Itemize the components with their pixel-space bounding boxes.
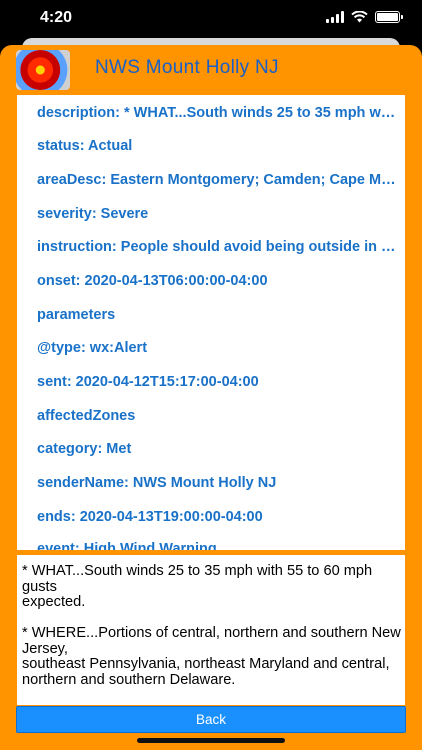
list-item[interactable]: onset: 2020-04-13T06:00:00-04:00 bbox=[37, 273, 397, 289]
status-icons bbox=[326, 11, 403, 23]
page-title: NWS Mount Holly NJ bbox=[95, 57, 279, 78]
detail-text: * WHAT...South winds 25 to 35 mph with 5… bbox=[22, 563, 401, 688]
list-item[interactable]: severity: Severe bbox=[37, 206, 397, 222]
list-item[interactable]: sent: 2020-04-12T15:17:00-04:00 bbox=[37, 374, 397, 390]
list-item[interactable]: areaDesc: Eastern Montgomery; Camden; Ca… bbox=[37, 172, 397, 188]
properties-list[interactable]: description: * WHAT...South winds 25 to … bbox=[17, 95, 405, 550]
list-item[interactable]: category: Met bbox=[37, 441, 397, 457]
wifi-icon bbox=[351, 11, 368, 23]
list-item[interactable]: instruction: People should avoid being o… bbox=[37, 239, 397, 255]
battery-icon bbox=[375, 11, 403, 23]
list-item[interactable]: ends: 2020-04-13T19:00:00-04:00 bbox=[37, 509, 397, 525]
list-item[interactable]: parameters bbox=[37, 307, 397, 323]
cellular-signal-icon bbox=[326, 11, 344, 23]
status-bar: 4:20 bbox=[0, 0, 422, 36]
battery-fill bbox=[377, 13, 398, 21]
list-item[interactable]: @type: wx:Alert bbox=[37, 340, 397, 356]
list-item[interactable]: event: High Wind Warning bbox=[37, 541, 397, 550]
back-button[interactable]: Back bbox=[16, 706, 406, 733]
list-item[interactable]: description: * WHAT...South winds 25 to … bbox=[37, 105, 397, 121]
status-time: 4:20 bbox=[40, 9, 73, 26]
list-item[interactable]: senderName: NWS Mount Holly NJ bbox=[37, 475, 397, 491]
list-item[interactable]: affectedZones bbox=[37, 408, 397, 424]
list-item[interactable]: status: Actual bbox=[37, 138, 397, 154]
detail-text-view[interactable]: * WHAT...South winds 25 to 35 mph with 5… bbox=[17, 555, 405, 705]
alert-detail-sheet: NWS Mount Holly NJ description: * WHAT..… bbox=[0, 45, 422, 750]
home-indicator[interactable] bbox=[137, 738, 285, 743]
header: NWS Mount Holly NJ bbox=[0, 45, 422, 95]
weather-radar-icon bbox=[16, 50, 70, 90]
